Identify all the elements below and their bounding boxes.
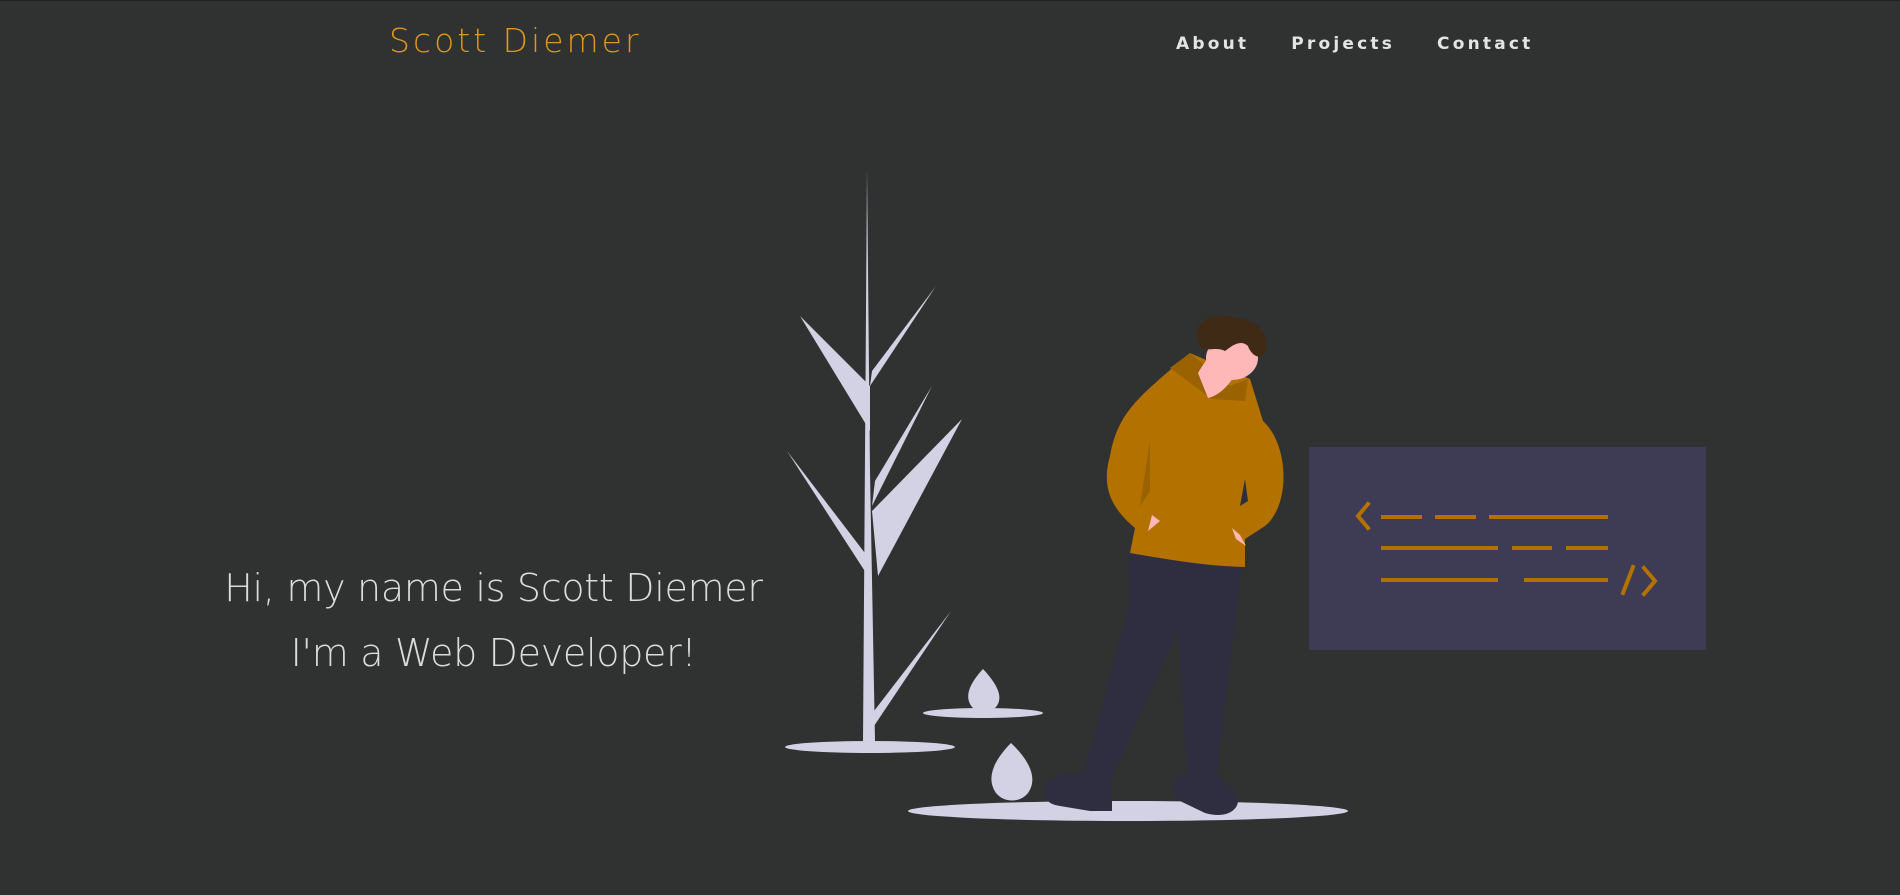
plant-ground-shadow — [785, 741, 955, 753]
person-ground-shadow — [908, 801, 1348, 821]
developer-person — [1044, 315, 1284, 816]
main-nav: About Projects Contact — [1176, 34, 1534, 54]
developer-illustration — [785, 169, 1706, 821]
plant-icon — [787, 169, 962, 741]
hero-role: I'm a Web Developer! — [290, 631, 697, 675]
code-panel — [1309, 447, 1706, 650]
brand-logo[interactable]: Scott Diemer — [389, 21, 642, 60]
nav-link-about[interactable]: About — [1176, 34, 1249, 54]
nav-link-projects[interactable]: Projects — [1291, 34, 1395, 54]
droplet-icon — [968, 669, 1000, 712]
droplet-icon — [991, 743, 1033, 801]
person-legs — [1082, 549, 1243, 781]
portfolio-page: Scott Diemer About Projects Contact Hi, … — [0, 0, 1900, 895]
hero-intro: Hi, my name is Scott Diemer I'm a Web De… — [160, 556, 827, 686]
hero-greeting: Hi, my name is Scott Diemer — [224, 566, 763, 610]
nav-link-contact[interactable]: Contact — [1437, 34, 1533, 54]
